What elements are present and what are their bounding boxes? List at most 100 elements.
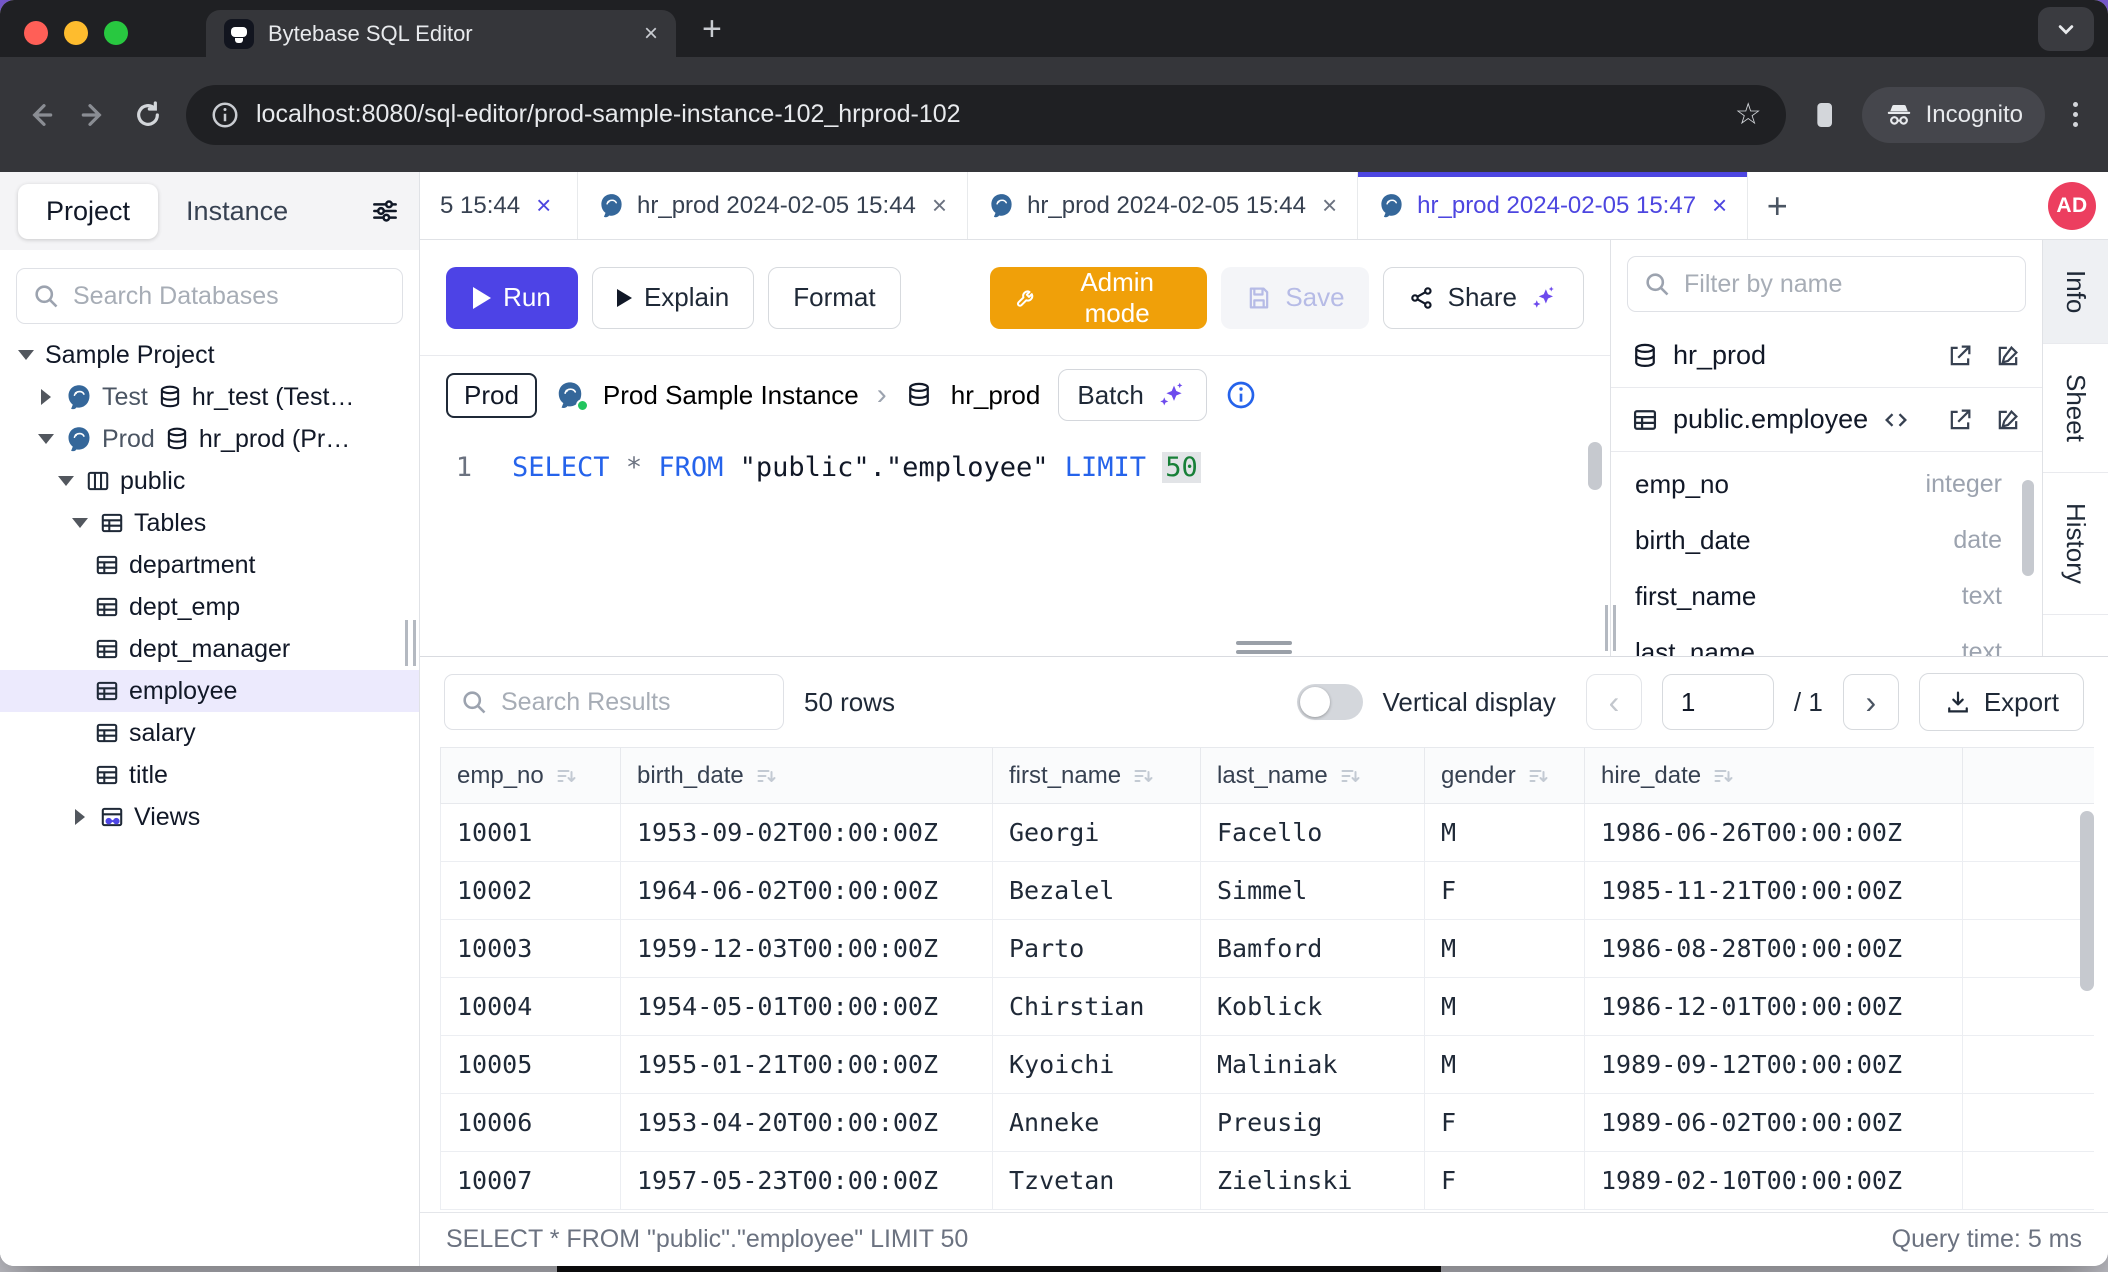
- tree-item-title[interactable]: title: [0, 754, 419, 796]
- new-query-tab-button[interactable]: +: [1748, 172, 1806, 239]
- url-bar[interactable]: localhost:8080/sql-editor/prod-sample-in…: [186, 85, 1786, 145]
- results-resize-handle[interactable]: [1236, 641, 1292, 654]
- tab-project[interactable]: Project: [18, 184, 158, 239]
- table-row[interactable]: 100041954-05-01T00:00:00ZChirstianKoblic…: [441, 978, 2095, 1036]
- browser-tab[interactable]: Bytebase SQL Editor ×: [206, 10, 676, 57]
- close-tab-icon[interactable]: ×: [1712, 190, 1727, 221]
- table-row[interactable]: 100031959-12-03T00:00:00ZPartoBamfordM19…: [441, 920, 2095, 978]
- sort-icon[interactable]: [554, 764, 578, 788]
- table-cell[interactable]: F: [1425, 1152, 1585, 1210]
- table-cell[interactable]: Anneke: [993, 1094, 1201, 1152]
- explain-button[interactable]: Explain: [592, 267, 754, 329]
- next-page-button[interactable]: ›: [1843, 674, 1899, 730]
- tree-item-public[interactable]: public: [0, 460, 419, 502]
- table-cell[interactable]: Zielinski: [1201, 1152, 1425, 1210]
- close-browser-tab-icon[interactable]: ×: [644, 20, 658, 48]
- column-header-hire_date[interactable]: hire_date: [1585, 748, 1963, 804]
- tree-item-hr_test-test-[interactable]: Testhr_test (Test…: [0, 376, 419, 418]
- external-link-icon[interactable]: [1946, 406, 1974, 434]
- table-cell[interactable]: Facello: [1201, 804, 1425, 862]
- table-cell[interactable]: 1986-12-01T00:00:00Z: [1585, 978, 1963, 1036]
- user-avatar[interactable]: AD: [2048, 182, 2096, 230]
- tree-item-sample-project[interactable]: Sample Project: [0, 334, 419, 376]
- side-tab-sheet[interactable]: Sheet: [2043, 344, 2108, 473]
- sort-icon[interactable]: [1526, 764, 1550, 788]
- table-row[interactable]: 100021964-06-02T00:00:00ZBezalelSimmelF1…: [441, 862, 2095, 920]
- table-cell[interactable]: 1957-05-23T00:00:00Z: [621, 1152, 993, 1210]
- back-button[interactable]: [24, 99, 56, 131]
- zoom-window-button[interactable]: [104, 21, 128, 45]
- run-button[interactable]: Run: [446, 267, 578, 329]
- edit-icon[interactable]: [1994, 342, 2022, 370]
- panel-resize-handle[interactable]: [1605, 605, 1616, 651]
- sort-icon[interactable]: [1131, 764, 1155, 788]
- schema-panel-scrollbar[interactable]: [2022, 480, 2034, 576]
- table-cell[interactable]: Chirstian: [993, 978, 1201, 1036]
- table-cell[interactable]: 1986-08-28T00:00:00Z: [1585, 920, 1963, 978]
- tab-instance[interactable]: Instance: [158, 184, 316, 239]
- table-cell[interactable]: 10002: [441, 862, 621, 920]
- table-cell[interactable]: 10003: [441, 920, 621, 978]
- table-cell[interactable]: 1955-01-21T00:00:00Z: [621, 1036, 993, 1094]
- bookmark-star-icon[interactable]: ☆: [1735, 97, 1762, 132]
- table-cell[interactable]: 1989-09-12T00:00:00Z: [1585, 1036, 1963, 1094]
- table-cell[interactable]: Bezalel: [993, 862, 1201, 920]
- caret-down-icon[interactable]: [16, 350, 36, 360]
- database-name[interactable]: hr_prod: [951, 380, 1041, 411]
- table-cell[interactable]: 1989-06-02T00:00:00Z: [1585, 1094, 1963, 1152]
- table-cell[interactable]: M: [1425, 978, 1585, 1036]
- tree-item-views[interactable]: Views: [0, 796, 419, 838]
- new-browser-tab-button[interactable]: +: [702, 12, 722, 46]
- editor-tab[interactable]: 5 15:44×: [420, 172, 578, 239]
- sort-icon[interactable]: [1338, 764, 1362, 788]
- table-cell[interactable]: Koblick: [1201, 978, 1425, 1036]
- site-info-icon[interactable]: [210, 100, 240, 130]
- search-results-input[interactable]: [444, 674, 784, 730]
- format-button[interactable]: Format: [768, 267, 900, 329]
- table-cell[interactable]: M: [1425, 920, 1585, 978]
- table-cell[interactable]: 1989-02-10T00:00:00Z: [1585, 1152, 1963, 1210]
- column-header-last_name[interactable]: last_name: [1201, 748, 1425, 804]
- table-cell[interactable]: 10005: [441, 1036, 621, 1094]
- tree-item-dept_emp[interactable]: dept_emp: [0, 586, 419, 628]
- column-row-emp_no[interactable]: emp_nointeger: [1611, 456, 2042, 512]
- table-cell[interactable]: 1953-09-02T00:00:00Z: [621, 804, 993, 862]
- editor-tab-active[interactable]: hr_prod 2024-02-05 15:47×: [1358, 172, 1748, 239]
- filter-settings-icon[interactable]: [369, 195, 401, 227]
- column-header-first_name[interactable]: first_name: [993, 748, 1201, 804]
- caret-down-icon[interactable]: [36, 434, 56, 444]
- tree-item-salary[interactable]: salary: [0, 712, 419, 754]
- minimize-window-button[interactable]: [64, 21, 88, 45]
- editor-scrollbar[interactable]: [1588, 442, 1602, 490]
- tab-search-button[interactable]: [2038, 7, 2094, 51]
- column-row-birth_date[interactable]: birth_datedate: [1611, 512, 2042, 568]
- side-tab-history[interactable]: History: [2043, 473, 2108, 615]
- table-cell[interactable]: Parto: [993, 920, 1201, 978]
- column-row-first_name[interactable]: first_nametext: [1611, 568, 2042, 624]
- table-cell[interactable]: 1964-06-02T00:00:00Z: [621, 862, 993, 920]
- tree-item-tables[interactable]: Tables: [0, 502, 419, 544]
- table-row[interactable]: 100011953-09-02T00:00:00ZGeorgiFacelloM1…: [441, 804, 2095, 862]
- sort-icon[interactable]: [754, 764, 778, 788]
- table-cell[interactable]: Preusig: [1201, 1094, 1425, 1152]
- page-number-input[interactable]: [1662, 674, 1774, 730]
- forward-button[interactable]: [78, 99, 110, 131]
- table-cell[interactable]: Simmel: [1201, 862, 1425, 920]
- browser-menu-button[interactable]: [2067, 102, 2084, 127]
- sidebar-resize-handle[interactable]: [405, 620, 416, 666]
- tree-item-department[interactable]: department: [0, 544, 419, 586]
- table-cell[interactable]: F: [1425, 1094, 1585, 1152]
- table-cell[interactable]: Maliniak: [1201, 1036, 1425, 1094]
- sql-editor[interactable]: 1 SELECT * FROM "public"."employee" LIMI…: [420, 434, 1610, 656]
- table-cell[interactable]: 10004: [441, 978, 621, 1036]
- previous-page-button[interactable]: ‹: [1586, 674, 1642, 730]
- editor-tab[interactable]: hr_prod 2024-02-05 15:44×: [968, 172, 1358, 239]
- schema-table-row[interactable]: public.employee: [1611, 388, 2042, 452]
- reload-button[interactable]: [132, 99, 164, 131]
- column-row-last_name[interactable]: last_nametext: [1611, 624, 2042, 656]
- editor-tab[interactable]: hr_prod 2024-02-05 15:44×: [578, 172, 968, 239]
- table-cell[interactable]: 10006: [441, 1094, 621, 1152]
- close-tab-icon[interactable]: ×: [536, 190, 551, 221]
- results-scrollbar[interactable]: [2080, 811, 2094, 991]
- table-cell[interactable]: 1954-05-01T00:00:00Z: [621, 978, 993, 1036]
